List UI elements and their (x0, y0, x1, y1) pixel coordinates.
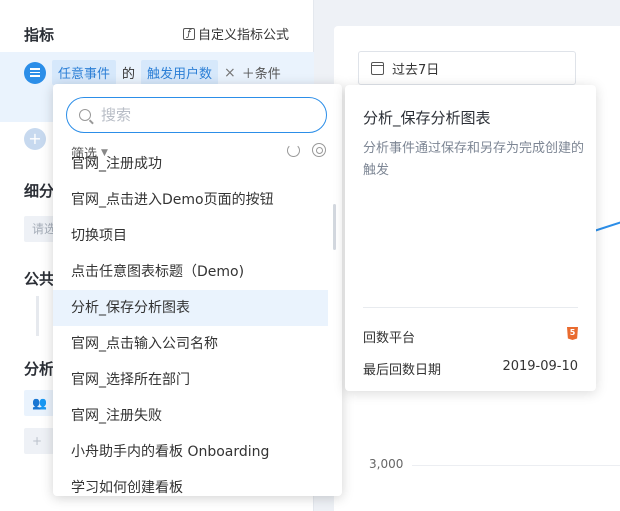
custom-formula-label: 自定义指标公式 (197, 28, 289, 43)
custom-formula-link[interactable]: ƒ 自定义指标公式 (182, 24, 289, 43)
analysis-label: 分析 (24, 360, 55, 378)
metric-title: 指标 (24, 26, 55, 44)
html5-icon: 5 (567, 327, 578, 340)
user-group-icon[interactable]: 👥 (24, 390, 54, 416)
last-date-label: 最后回数日期 (363, 363, 442, 378)
list-item[interactable]: 官网_注册成功 (53, 146, 328, 182)
list-item[interactable]: 学习如何创建看板 (53, 470, 328, 496)
grid-line (412, 465, 620, 466)
of-label: 的 (122, 67, 136, 82)
scrollbar[interactable] (333, 204, 336, 250)
measure-selector[interactable]: 触发用户数 (141, 60, 219, 85)
list-item[interactable]: 点击任意图表标题（Demo) (53, 254, 328, 290)
remove-icon[interactable]: × (224, 65, 236, 81)
list-item[interactable]: 小舟助手内的看板 Onboarding (53, 434, 328, 470)
list-item[interactable]: 官网_选择所在部门 (53, 362, 328, 398)
breakdown-label: 细分 (24, 182, 55, 200)
event-detail-tooltip: 分析_保存分析图表 分析事件通过保存和另存为完成创建的触发 回数平台 5 最后回… (345, 85, 596, 391)
date-range-picker[interactable]: 过去7日 (358, 51, 576, 85)
event-dropdown: 筛选 ▼ 官网_注册成功 官网_点击进入Demo页面的按钮 切换项目 点击任意图… (53, 84, 342, 496)
divider (36, 296, 39, 336)
date-range-label: 过去7日 (392, 62, 440, 78)
calendar-icon (371, 61, 384, 75)
platform-row: 回数平台 5 (363, 327, 578, 346)
list-item[interactable]: 官网_点击进入Demo页面的按钮 (53, 182, 328, 218)
event-selector[interactable]: 任意事件 (52, 60, 117, 85)
y-axis-tick: 3,000 (369, 457, 404, 471)
tooltip-description: 分析事件通过保存和另存为完成创建的触发 (363, 141, 585, 178)
metric-menu-icon[interactable] (24, 61, 46, 84)
tooltip-title: 分析_保存分析图表 (363, 109, 491, 127)
list-item[interactable]: 官网_注册失败 (53, 398, 328, 434)
search-box[interactable] (66, 97, 327, 133)
platform-label: 回数平台 (363, 331, 416, 346)
metric-row: 任意事件 的 触发用户数 × ＋条件 (24, 60, 281, 85)
search-icon (79, 109, 91, 121)
search-input[interactable] (101, 106, 301, 124)
event-list: 官网_注册成功 官网_点击进入Demo页面的按钮 切换项目 点击任意图表标题（D… (53, 156, 328, 496)
last-date-row: 最后回数日期 2019-09-10 (363, 359, 578, 378)
common-filter-label: 公共 (24, 270, 55, 288)
list-item[interactable]: 官网_点击输入公司名称 (53, 326, 328, 362)
add-analysis-icon[interactable]: + (24, 428, 54, 454)
add-condition-button[interactable]: ＋条件 (242, 63, 281, 82)
last-date-value: 2019-09-10 (502, 359, 578, 374)
divider (363, 307, 578, 308)
list-item[interactable]: 切换项目 (53, 218, 328, 254)
formula-icon: ƒ (182, 27, 195, 40)
list-item-selected[interactable]: 分析_保存分析图表 (53, 290, 328, 326)
add-metric-icon[interactable]: + (24, 128, 46, 150)
